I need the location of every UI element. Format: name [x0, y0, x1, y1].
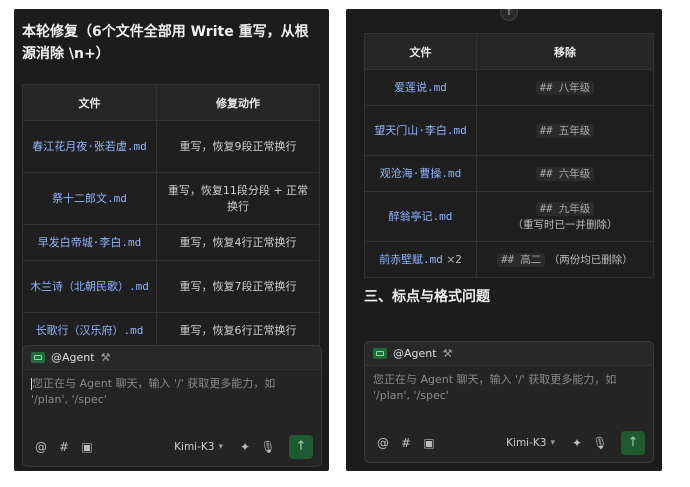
scroll-up-button[interactable]: ↑	[500, 9, 518, 21]
removed-heading: ## 八年级	[535, 80, 595, 95]
removal-note: （两份均已删除）	[548, 253, 633, 266]
chevron-down-icon[interactable]: ▾	[550, 438, 555, 448]
table-row: 爱莲说.md ## 八年级	[364, 69, 654, 106]
removed-heading: ## 高二	[497, 252, 546, 267]
tools-icon[interactable]: ⚒	[443, 347, 453, 360]
table-row: 长歌行（汉乐府）.md 重写，恢复6行正常换行	[22, 312, 320, 349]
left-chat-panel: 本轮修复（6个文件全部用 Write 重写，从根源消除 \n+） 文件 修复动作…	[14, 9, 329, 471]
input-placeholder: 您正在与 Agent 聊天，输入 '/' 获取更多能力，如 '/plan', '…	[31, 377, 276, 406]
chevron-down-icon[interactable]: ▾	[218, 442, 223, 452]
removal-note: （重写时已一并删除）	[512, 218, 618, 231]
at-icon[interactable]: @	[373, 436, 393, 450]
image-icon[interactable]: ▣	[419, 436, 439, 450]
at-icon[interactable]: @	[31, 440, 51, 454]
file-name[interactable]: 醉翁亭记.md	[389, 210, 453, 223]
model-selector[interactable]: Kimi-K3	[506, 437, 546, 449]
agent-logo-icon	[373, 348, 387, 359]
file-name[interactable]: 望天门山·李白.md	[374, 124, 467, 137]
fix-action: 重写，恢复7段正常换行	[156, 260, 320, 313]
column-header-remove: 移除	[476, 33, 654, 70]
composer-toolbar: @ # ▣ Kimi-K3 ▾ ✦ 🎙︎ ↑	[365, 430, 653, 456]
hash-icon[interactable]: #	[396, 436, 416, 450]
sparkle-icon[interactable]: ✦	[567, 436, 587, 450]
right-chat-panel: ↑ 文件 移除 爱莲说.md ## 八年级 望天门山·李白.md ## 五年级 …	[346, 9, 662, 471]
column-header-file: 文件	[364, 33, 477, 70]
send-button[interactable]: ↑	[621, 431, 645, 455]
table-row: 观沧海·曹操.md ## 六年级	[364, 155, 654, 192]
removed-heading: ## 九年级	[535, 201, 595, 216]
fix-action: 重写，恢复11段分段 + 正常换行	[156, 172, 320, 225]
file-name[interactable]: 长歌行（汉乐府）.md	[36, 324, 144, 337]
input-placeholder: 您正在与 Agent 聊天，输入 '/' 获取更多能力，如 '/plan', '…	[373, 373, 617, 402]
removed-heading: ## 五年级	[535, 123, 595, 138]
fix-action: 重写，恢复6行正常换行	[156, 312, 320, 349]
send-button[interactable]: ↑	[289, 435, 313, 459]
mic-icon[interactable]: 🎙︎	[258, 440, 278, 454]
fix-action: 重写，恢复9段正常换行	[156, 120, 320, 173]
file-name[interactable]: 祭十二郎文.md	[52, 192, 127, 205]
chat-composer: @Agent ⚒ 您正在与 Agent 聊天，输入 '/' 获取更多能力，如 '…	[22, 345, 322, 467]
agent-logo-icon	[31, 352, 45, 363]
table-row: 祭十二郎文.md 重写，恢复11段分段 + 正常换行	[22, 172, 320, 225]
chat-input[interactable]: 您正在与 Agent 聊天，输入 '/' 获取更多能力，如 '/plan', '…	[373, 372, 645, 422]
table-row: 木兰诗（北朝民歌）.md 重写，恢复7段正常换行	[22, 260, 320, 313]
tools-icon[interactable]: ⚒	[101, 351, 111, 364]
hash-icon[interactable]: #	[54, 440, 74, 454]
agent-selector[interactable]: @Agent ⚒	[23, 346, 321, 370]
mic-icon[interactable]: 🎙︎	[590, 436, 610, 450]
table-row: 春江花月夜·张若虚.md 重写，恢复9段正常换行	[22, 120, 320, 173]
arrow-up-icon: ↑	[504, 9, 514, 18]
column-header-action: 修复动作	[156, 84, 320, 121]
section-heading: 三、标点与格式问题	[364, 289, 490, 305]
table-row: 前赤壁赋.md ×2 ## 高二 （两份均已删除）	[364, 241, 654, 278]
summary-heading: 本轮修复（6个文件全部用 Write 重写，从根源消除 \n+）	[22, 24, 309, 62]
table-row: 醉翁亭记.md ## 九年级 （重写时已一并删除）	[364, 191, 654, 242]
column-header-file: 文件	[22, 84, 157, 121]
agent-label: @Agent	[393, 347, 437, 360]
file-count: ×2	[446, 253, 462, 266]
fix-action: 重写，恢复4行正常换行	[156, 224, 320, 261]
agent-label: @Agent	[51, 351, 95, 364]
image-icon[interactable]: ▣	[77, 440, 97, 454]
composer-toolbar: @ # ▣ Kimi-K3 ▾ ✦ 🎙︎ ↑	[23, 434, 321, 460]
agent-selector[interactable]: @Agent ⚒	[365, 342, 653, 366]
file-name[interactable]: 爱莲说.md	[394, 81, 447, 94]
sparkle-icon[interactable]: ✦	[235, 440, 255, 454]
model-selector[interactable]: Kimi-K3	[174, 441, 214, 453]
file-name[interactable]: 早发白帝城·李白.md	[38, 236, 142, 249]
file-name[interactable]: 观沧海·曹操.md	[380, 167, 462, 180]
chat-input[interactable]: 您正在与 Agent 聊天，输入 '/' 获取更多能力，如 '/plan', '…	[31, 376, 313, 426]
table-row: 望天门山·李白.md ## 五年级	[364, 105, 654, 156]
file-name[interactable]: 春江花月夜·张若虚.md	[32, 140, 147, 153]
file-name[interactable]: 木兰诗（北朝民歌）.md	[30, 280, 149, 293]
fix-table: 文件 修复动作 春江花月夜·张若虚.md 重写，恢复9段正常换行 祭十二郎文.m…	[22, 84, 320, 349]
removed-heading: ## 六年级	[535, 166, 595, 181]
removal-table: 文件 移除 爱莲说.md ## 八年级 望天门山·李白.md ## 五年级 观沧…	[364, 33, 654, 278]
chat-composer: @Agent ⚒ 您正在与 Agent 聊天，输入 '/' 获取更多能力，如 '…	[364, 341, 654, 463]
table-row: 早发白帝城·李白.md 重写，恢复4行正常换行	[22, 224, 320, 261]
file-name[interactable]: 前赤壁赋.md	[379, 253, 443, 266]
